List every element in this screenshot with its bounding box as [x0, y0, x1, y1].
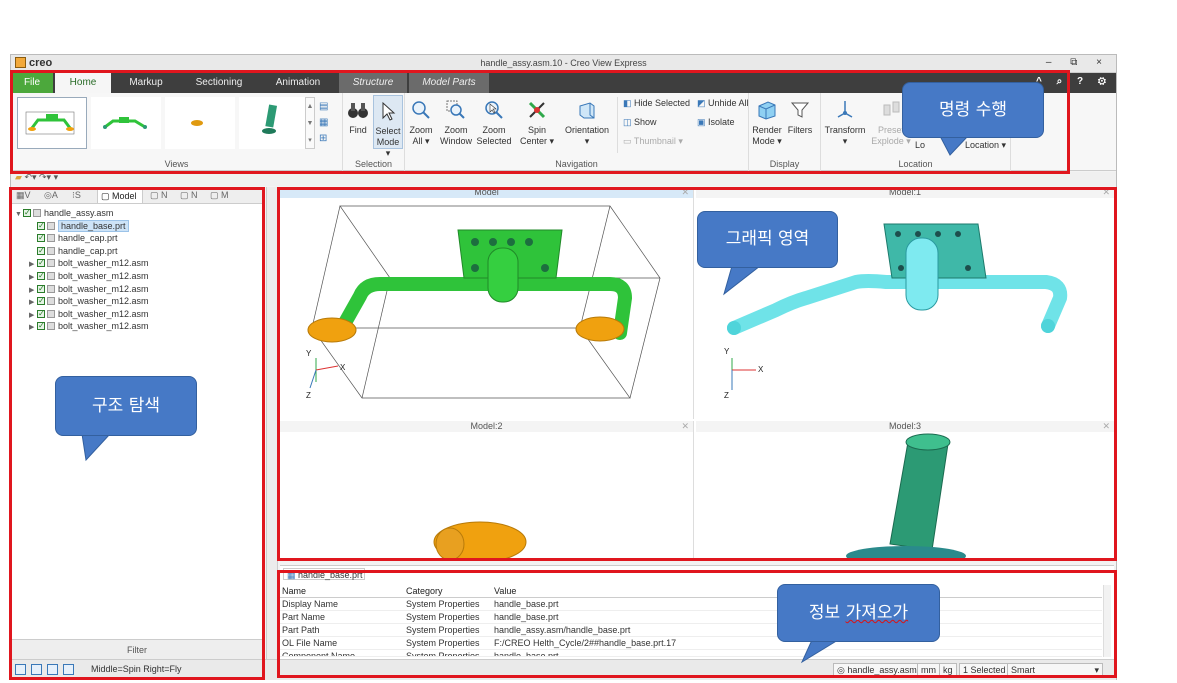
- callout-command: 명령 수행: [902, 82, 1044, 138]
- callout-graphics: 그래픽 영역: [697, 211, 838, 268]
- callout-info: 정보 가져오가: [777, 584, 940, 642]
- callout-structure: 구조 탐색: [55, 376, 197, 436]
- callout-info-text: 정보: [808, 603, 846, 623]
- callout-info-misspelled: 가져오가: [845, 603, 909, 623]
